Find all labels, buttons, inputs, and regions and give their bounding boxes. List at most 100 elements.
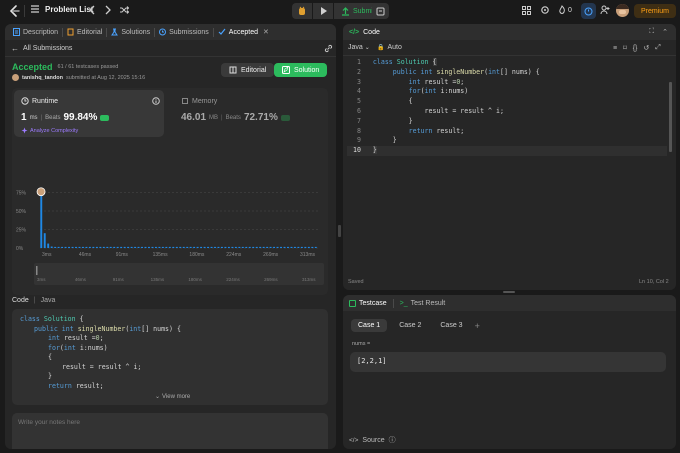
- chart-bar[interactable]: [165, 246, 168, 248]
- chart-bar[interactable]: [241, 246, 244, 248]
- chart-bar[interactable]: [266, 246, 269, 248]
- testcase-input[interactable]: [2,2,1]: [350, 352, 666, 372]
- chart-bar[interactable]: [259, 246, 262, 248]
- chart-bar[interactable]: [43, 233, 46, 248]
- language-selector[interactable]: Java ⌄: [348, 44, 370, 51]
- chart-bar[interactable]: [154, 246, 157, 248]
- chart-bar[interactable]: [210, 246, 213, 248]
- case-1-tab[interactable]: Case 1: [351, 319, 388, 332]
- chart-bar[interactable]: [109, 246, 112, 248]
- chart-bar[interactable]: [193, 246, 196, 248]
- notes-area[interactable]: Write your notes here: [12, 413, 328, 449]
- streak-counter[interactable]: 0: [558, 5, 572, 15]
- tab-accepted[interactable]: Accepted ✕: [214, 24, 273, 40]
- avatar[interactable]: [616, 4, 629, 17]
- code-editor[interactable]: 1 class Solution { 2 public int singleNu…: [347, 58, 667, 283]
- chart-bar[interactable]: [311, 246, 314, 248]
- vertical-splitter[interactable]: [338, 225, 341, 237]
- chart-bar[interactable]: [82, 246, 84, 248]
- close-tab-icon[interactable]: ✕: [263, 28, 269, 36]
- chart-bar[interactable]: [88, 246, 91, 248]
- maximize-icon[interactable]: ⛶: [649, 28, 654, 36]
- chart-bar[interactable]: [231, 246, 234, 248]
- share-link-icon[interactable]: [324, 44, 333, 53]
- chart-bar[interactable]: [293, 246, 296, 248]
- chart-bar[interactable]: [307, 246, 310, 248]
- list-icon[interactable]: [30, 4, 40, 14]
- chart-bar[interactable]: [116, 246, 119, 248]
- tab-editorial[interactable]: Editorial: [63, 24, 106, 40]
- chart-bar[interactable]: [130, 246, 133, 248]
- chart-bar[interactable]: [217, 246, 220, 248]
- back-to-submissions[interactable]: ← All Submissions: [11, 44, 72, 53]
- chart-bar[interactable]: [227, 246, 230, 248]
- notes-toggle-button[interactable]: [372, 3, 389, 19]
- chart-bar[interactable]: [269, 246, 272, 248]
- chart-bar[interactable]: [221, 246, 223, 248]
- shuffle-icon[interactable]: [119, 5, 129, 15]
- debug-button[interactable]: [292, 3, 312, 19]
- runtime-card[interactable]: Runtime 1 ms | Beats 99.84% Analyze Comp…: [14, 90, 164, 137]
- chart-bar[interactable]: [273, 246, 276, 248]
- case-2-tab[interactable]: Case 2: [392, 319, 428, 332]
- reset-icon[interactable]: ↺: [643, 44, 649, 52]
- next-problem-icon[interactable]: [104, 5, 112, 15]
- chart-bar[interactable]: [151, 246, 154, 248]
- chart-bar[interactable]: [134, 246, 137, 248]
- chart-bar[interactable]: [203, 246, 206, 248]
- chart-bar[interactable]: [120, 246, 123, 248]
- chart-bar[interactable]: [234, 246, 237, 248]
- chart-bar[interactable]: [214, 246, 216, 248]
- chart-bar[interactable]: [106, 246, 109, 248]
- chart-bar[interactable]: [182, 246, 185, 248]
- chart-bar[interactable]: [127, 246, 130, 248]
- chart-bar[interactable]: [224, 246, 227, 248]
- chart-bar[interactable]: [283, 246, 286, 248]
- chart-bar[interactable]: [276, 246, 279, 248]
- braces-icon[interactable]: {}: [633, 45, 638, 52]
- chart-bar[interactable]: [300, 246, 303, 248]
- tab-testcase[interactable]: Testcase: [349, 299, 387, 307]
- chart-bar[interactable]: [172, 246, 175, 248]
- source-link[interactable]: Source: [362, 437, 384, 444]
- horizontal-splitter[interactable]: [503, 291, 515, 293]
- chart-bar[interactable]: [75, 246, 77, 248]
- chart-bar[interactable]: [102, 246, 105, 248]
- chart-bar[interactable]: [200, 246, 203, 248]
- chart-bar[interactable]: [57, 246, 60, 248]
- chart-bar[interactable]: [113, 246, 116, 248]
- problem-list-link[interactable]: Problem List: [45, 5, 93, 14]
- premium-button[interactable]: Premium: [634, 4, 677, 18]
- bookmark-icon[interactable]: ⌑: [623, 44, 627, 52]
- editorial-button[interactable]: Editorial: [221, 63, 275, 77]
- chart-bar[interactable]: [168, 246, 171, 248]
- chart-bar[interactable]: [255, 246, 258, 248]
- expand-icon[interactable]: ⤢: [655, 44, 661, 52]
- solution-button[interactable]: Solution: [274, 63, 328, 77]
- chart-bar[interactable]: [95, 246, 98, 248]
- chart-bar[interactable]: [158, 246, 161, 248]
- chart-bar[interactable]: [287, 246, 289, 248]
- run-button[interactable]: [313, 3, 333, 19]
- chart-bar[interactable]: [144, 246, 147, 248]
- chart-bar[interactable]: [252, 246, 255, 248]
- leetcode-logo[interactable]: [8, 4, 20, 18]
- chart-bar[interactable]: [280, 246, 282, 248]
- chart-bar[interactable]: [141, 246, 143, 248]
- add-case-icon[interactable]: +: [475, 321, 480, 331]
- chart-bar[interactable]: [78, 246, 81, 248]
- chart-bar[interactable]: [123, 246, 126, 248]
- chart-bar[interactable]: [161, 246, 164, 248]
- chart-bar[interactable]: [40, 194, 43, 248]
- range-handle[interactable]: [36, 266, 38, 275]
- case-3-tab[interactable]: Case 3: [433, 319, 469, 332]
- chart-bar[interactable]: [248, 246, 251, 248]
- chart-bar[interactable]: [189, 246, 192, 248]
- tab-description[interactable]: Description: [9, 24, 62, 40]
- prev-problem-icon[interactable]: [88, 5, 96, 15]
- my-submission-marker[interactable]: [36, 187, 46, 197]
- auto-complete-toggle[interactable]: 🔒 Auto: [377, 44, 402, 51]
- analyze-complexity-link[interactable]: Analyze Complexity: [21, 127, 78, 134]
- collapse-chevron-icon[interactable]: ⌃: [662, 28, 668, 36]
- chart-bar[interactable]: [262, 246, 265, 248]
